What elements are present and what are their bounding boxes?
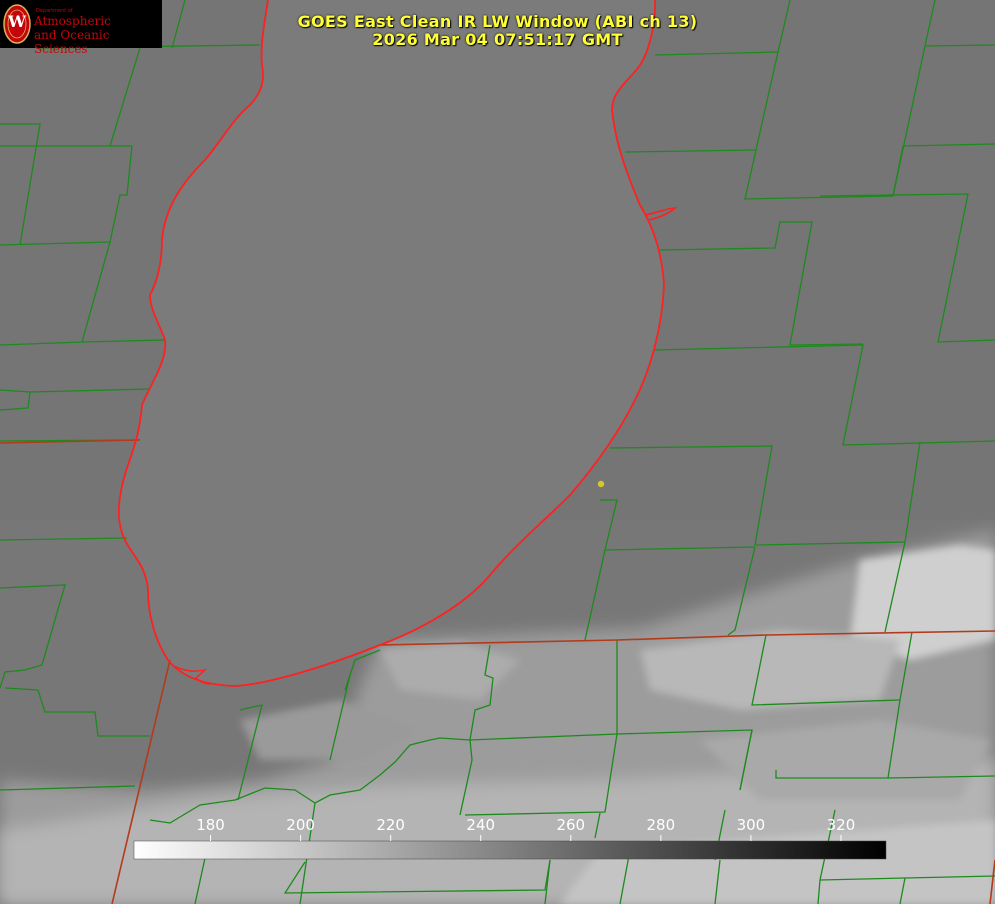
image-timestamp: 2026 Mar 04 07:51:17 GMT [372, 30, 623, 49]
colorbar-tick-label: 320 [827, 816, 856, 834]
colorbar-tick-label: 300 [737, 816, 766, 834]
colorbar-tick-label: 260 [556, 816, 585, 834]
satellite-image-viewer: 180 200 220 240 260 280 300 320 W Department of… [0, 0, 995, 904]
location-marker [597, 480, 605, 488]
uw-aos-logo: W Department of Atmospheric and Oceanic … [0, 0, 162, 56]
image-title: GOES East Clean IR LW Window (ABI ch 13) [297, 12, 698, 31]
satellite-map: 180 200 220 240 260 280 300 320 [0, 0, 995, 904]
colorbar-tick-label: 180 [196, 816, 225, 834]
colorbar-tick-label: 220 [376, 816, 405, 834]
logo-line2-text: and Oceanic Sciences [34, 28, 110, 56]
colorbar-tick-label: 280 [647, 816, 676, 834]
logo-line1-text: Atmospheric [34, 14, 111, 28]
colorbar-tick-label: 240 [466, 816, 495, 834]
colorbar-tick-label: 200 [286, 816, 315, 834]
colorbar-gradient [133, 840, 887, 860]
seal-letter: W [8, 12, 26, 31]
